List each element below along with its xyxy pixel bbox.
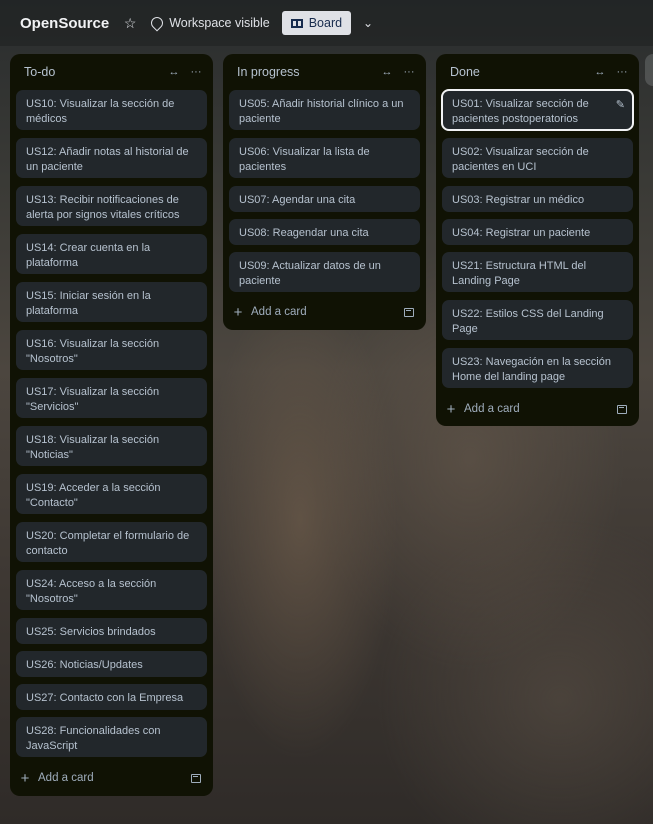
template-icon[interactable] — [617, 404, 627, 414]
list-header: Done ↔ ··· — [436, 54, 639, 90]
add-card-label: Add a card — [464, 403, 520, 415]
card-title: US25: Servicios brindados — [26, 626, 156, 638]
card-title: US02: Visualizar sección de pacientes en… — [452, 146, 589, 173]
list-header: To-do ↔ ··· — [10, 54, 213, 90]
card[interactable]: US21: Estructura HTML del Landing Page — [442, 252, 633, 292]
card[interactable]: US16: Visualizar la sección "Nosotros" — [16, 330, 207, 370]
card[interactable]: US02: Visualizar sección de pacientes en… — [442, 138, 633, 178]
card[interactable]: US20: Completar el formulario de contact… — [16, 522, 207, 562]
card[interactable]: US27: Contacto con la Empresa — [16, 684, 207, 710]
collapse-icon[interactable]: ↔ — [378, 66, 396, 78]
card[interactable]: US10: Visualizar la sección de médicos — [16, 90, 207, 130]
card[interactable]: US13: Recibir notificaciones de alerta p… — [16, 186, 207, 226]
more-icon[interactable]: ··· — [613, 66, 631, 78]
card-title: US15: Iniciar sesión en la plataforma — [26, 290, 151, 317]
card-title: US16: Visualizar la sección "Nosotros" — [26, 338, 160, 365]
template-icon[interactable] — [404, 307, 414, 317]
card-title: US23: Navegación en la sección Home del … — [452, 356, 611, 383]
board-header: OpenSource ☆ Workspace visible Board ⌄ — [0, 0, 653, 46]
card-title: US03: Registrar un médico — [452, 194, 585, 206]
board-view-button[interactable]: Board — [281, 11, 352, 35]
card[interactable]: US06: Visualizar la lista de pacientes — [229, 138, 420, 178]
card-title: US04: Registrar un paciente — [452, 227, 591, 239]
add-card-button[interactable]: + Add a card — [18, 766, 205, 790]
list-done: Done ↔ ··· US01: Visualizar sección de p… — [436, 54, 639, 426]
card[interactable]: US05: Añadir historial clínico a un paci… — [229, 90, 420, 130]
card-title: US14: Crear cuenta en la plataforma — [26, 242, 151, 269]
card[interactable]: US09: Actualizar datos de un paciente — [229, 252, 420, 292]
card-title: US08: Reagendar una cita — [239, 227, 369, 239]
card[interactable]: US12: Añadir notas al historial de un pa… — [16, 138, 207, 178]
card[interactable]: US19: Acceder a la sección "Contacto" — [16, 474, 207, 514]
list-todo: To-do ↔ ··· US10: Visualizar la sección … — [10, 54, 213, 796]
collapse-icon[interactable]: ↔ — [165, 66, 183, 78]
card[interactable]: US18: Visualizar la sección "Noticias" — [16, 426, 207, 466]
collapse-icon[interactable]: ↔ — [591, 66, 609, 78]
add-card-label: Add a card — [38, 772, 94, 784]
list-title[interactable]: In progress — [237, 65, 374, 79]
card[interactable]: US04: Registrar un paciente — [442, 219, 633, 245]
card[interactable]: US14: Crear cuenta en la plataforma — [16, 234, 207, 274]
more-icon[interactable]: ··· — [400, 66, 418, 78]
card[interactable]: US24: Acceso a la sección "Nosotros" — [16, 570, 207, 610]
card[interactable]: US07: Agendar una cita — [229, 186, 420, 212]
card-title: US07: Agendar una cita — [239, 194, 356, 206]
visibility-label: Workspace visible — [169, 16, 270, 30]
add-card-button[interactable]: + Add a card — [444, 397, 631, 421]
card-title: US22: Estilos CSS del Landing Page — [452, 308, 604, 335]
card-title: US28: Funcionalidades con JavaScript — [26, 725, 161, 752]
card[interactable]: US26: Noticias/Updates — [16, 651, 207, 677]
card[interactable]: US28: Funcionalidades con JavaScript — [16, 717, 207, 757]
plus-icon: + — [233, 303, 243, 321]
board-view-label: Board — [308, 16, 343, 30]
card[interactable]: US22: Estilos CSS del Landing Page — [442, 300, 633, 340]
card-title: US01: Visualizar sección de pacientes po… — [452, 98, 589, 125]
card-title: US13: Recibir notificaciones de alerta p… — [26, 194, 180, 221]
edit-icon[interactable]: ✎ — [616, 98, 625, 113]
card-title: US20: Completar el formulario de contact… — [26, 530, 190, 557]
people-icon — [148, 14, 166, 32]
card[interactable]: US25: Servicios brindados — [16, 618, 207, 644]
more-icon[interactable]: ··· — [187, 66, 205, 78]
template-icon[interactable] — [191, 773, 201, 783]
list-title[interactable]: Done — [450, 65, 587, 79]
card-title: US12: Añadir notas al historial de un pa… — [26, 146, 189, 173]
card-title: US09: Actualizar datos de un paciente — [239, 260, 381, 287]
card-title: US17: Visualizar la sección "Servicios" — [26, 386, 160, 413]
card-title: US06: Visualizar la lista de pacientes — [239, 146, 370, 173]
next-list-edge[interactable] — [645, 54, 653, 86]
list-header: In progress ↔ ··· — [223, 54, 426, 90]
list-in-progress: In progress ↔ ··· US05: Añadir historial… — [223, 54, 426, 330]
card-title: US05: Añadir historial clínico a un paci… — [239, 98, 404, 125]
card[interactable]: US08: Reagendar una cita — [229, 219, 420, 245]
board-title[interactable]: OpenSource — [20, 15, 109, 32]
card-title: US21: Estructura HTML del Landing Page — [452, 260, 587, 287]
add-card-button[interactable]: + Add a card — [231, 300, 418, 324]
visibility-button[interactable]: Workspace visible — [148, 14, 270, 32]
add-card-label: Add a card — [251, 306, 307, 318]
card-title: US19: Acceder a la sección "Contacto" — [26, 482, 161, 509]
card-title: US10: Visualizar la sección de médicos — [26, 98, 175, 125]
card[interactable]: US15: Iniciar sesión en la plataforma — [16, 282, 207, 322]
list-title[interactable]: To-do — [24, 65, 161, 79]
star-icon[interactable]: ☆ — [123, 15, 137, 32]
plus-icon: + — [446, 400, 456, 418]
board-icon — [290, 18, 303, 28]
card[interactable]: US03: Registrar un médico — [442, 186, 633, 212]
card[interactable]: US17: Visualizar la sección "Servicios" — [16, 378, 207, 418]
card-title: US26: Noticias/Updates — [26, 659, 143, 671]
card[interactable]: US23: Navegación en la sección Home del … — [442, 348, 633, 388]
card-title: US24: Acceso a la sección "Nosotros" — [26, 578, 157, 605]
chevron-down-icon[interactable]: ⌄ — [361, 16, 375, 30]
card-selected[interactable]: US01: Visualizar sección de pacientes po… — [441, 89, 634, 131]
card-title: US27: Contacto con la Empresa — [26, 692, 184, 704]
card-title: US18: Visualizar la sección "Noticias" — [26, 434, 160, 461]
plus-icon: + — [20, 769, 30, 787]
